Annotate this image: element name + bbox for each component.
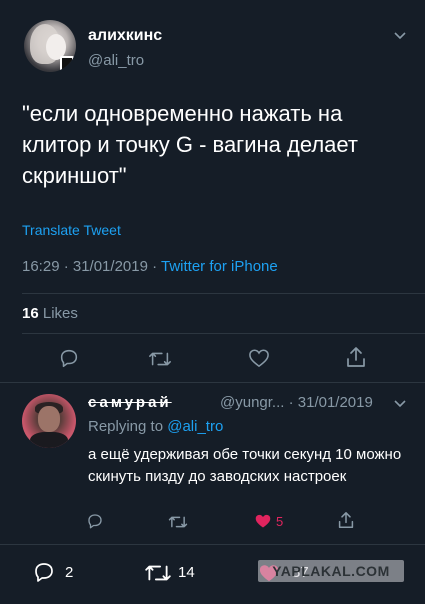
like-icon[interactable]: [254, 513, 272, 529]
watermark: YAPLAKAL.COM: [258, 560, 404, 582]
replying-to: Replying to @ali_tro: [88, 418, 223, 435]
share-icon[interactable]: [346, 346, 366, 368]
author-handle[interactable]: @ali_tro: [88, 52, 144, 69]
avatar-shirt: [30, 432, 68, 448]
divider: [22, 333, 425, 334]
translate-tweet-link[interactable]: Translate Tweet: [22, 222, 121, 238]
chevron-down-icon[interactable]: [394, 400, 406, 410]
divider: [0, 382, 425, 383]
replying-mention-link[interactable]: @ali_tro: [167, 418, 223, 435]
reply-like-count: 5: [276, 514, 284, 529]
reply-icon[interactable]: [32, 560, 56, 584]
bottom-reply-count: 2: [65, 564, 74, 581]
avatar-badge: [60, 56, 74, 72]
reply-icon[interactable]: [86, 512, 104, 530]
likes-label: Likes: [38, 305, 78, 322]
likes-count: 16: [22, 305, 39, 322]
tweet-text: "если одновременно нажать на клитор и то…: [22, 101, 358, 188]
reply-author-name[interactable]: самурай: [88, 394, 172, 411]
divider: [0, 544, 425, 545]
retweet-icon[interactable]: [148, 349, 172, 369]
author-avatar[interactable]: [24, 20, 76, 72]
retweet-icon[interactable]: [168, 514, 188, 530]
author-name[interactable]: алихкинс: [88, 27, 162, 45]
tweet-timestamp: 16:29 · 31/01/2019 ·: [22, 258, 161, 275]
share-icon[interactable]: [338, 511, 354, 529]
reply-text: а ещё удерживая обе точки секунд 10 можн…: [88, 446, 402, 485]
retweet-icon[interactable]: [144, 562, 172, 584]
replying-label: Replying to: [88, 418, 168, 435]
reply-icon[interactable]: [58, 347, 80, 369]
bottom-retweet-count: 14: [178, 564, 195, 581]
tweet-client-link[interactable]: Twitter for iPhone: [161, 258, 278, 275]
divider: [22, 293, 425, 294]
avatar-face: [38, 406, 60, 432]
reply-author-avatar[interactable]: [22, 394, 76, 448]
likes-stat[interactable]: 16 Likes: [22, 305, 78, 322]
tweet-meta: 16:29 · 31/01/2019 · Twitter for iPhone: [22, 258, 278, 275]
like-icon[interactable]: [248, 348, 270, 368]
chevron-down-icon[interactable]: [394, 32, 406, 42]
reply-author-handle-date[interactable]: @yungr... · 31/01/2019: [220, 394, 373, 411]
